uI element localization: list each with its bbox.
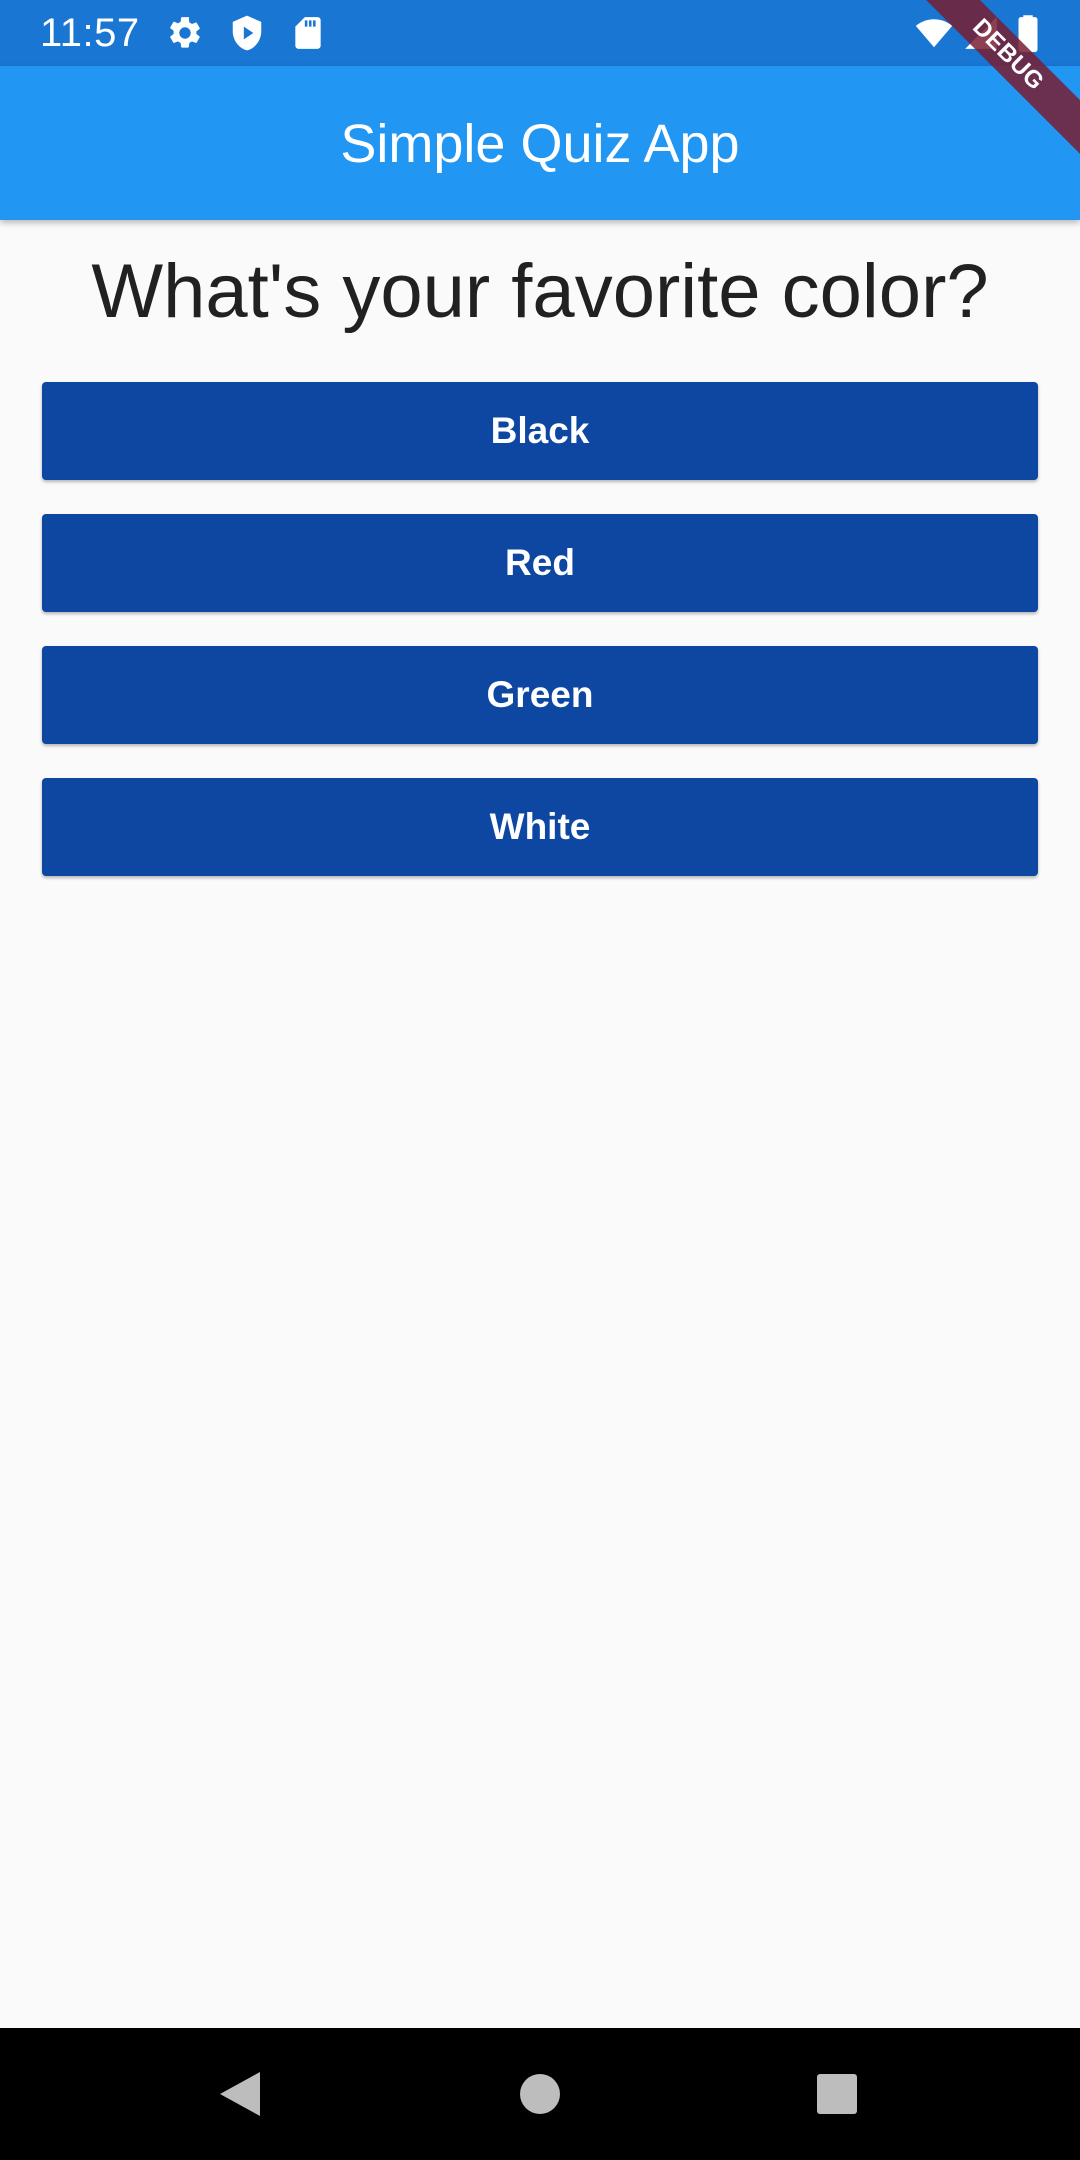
- signal-icon: [962, 14, 1000, 52]
- navigation-bar: [0, 2028, 1080, 2160]
- status-bar: 11:57: [0, 0, 1080, 66]
- battery-icon: [1012, 14, 1044, 52]
- app-title: Simple Quiz App: [340, 114, 740, 174]
- app-bar: Simple Quiz App: [0, 66, 1080, 220]
- answer-button-black[interactable]: Black: [42, 382, 1038, 480]
- question-text: What's your favorite color?: [91, 249, 989, 334]
- home-icon[interactable]: [474, 2028, 606, 2160]
- answer-button-red[interactable]: Red: [42, 514, 1038, 612]
- status-time: 11:57: [40, 11, 140, 55]
- gear-icon: [166, 14, 204, 52]
- wifi-icon: [912, 14, 956, 52]
- shield-play-icon: [228, 14, 266, 52]
- answer-button-green[interactable]: Green: [42, 646, 1038, 744]
- back-icon[interactable]: [174, 2028, 306, 2160]
- answer-button-white[interactable]: White: [42, 778, 1038, 876]
- recents-icon[interactable]: [771, 2028, 903, 2160]
- sd-card-icon: [289, 14, 327, 52]
